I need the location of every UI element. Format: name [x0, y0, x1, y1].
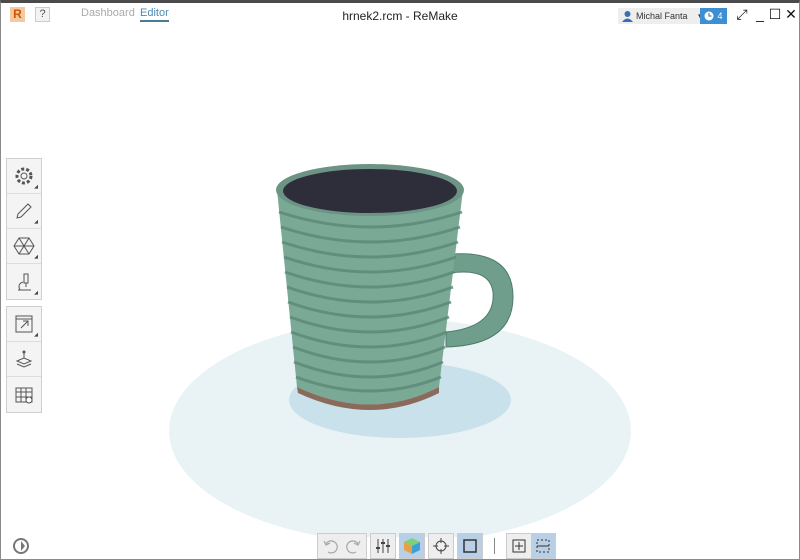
- notifications-count: 4: [717, 11, 723, 21]
- inspect-button[interactable]: ◢: [7, 264, 41, 299]
- fit-icon: [512, 539, 526, 553]
- close-icon[interactable]: ✕: [783, 6, 799, 23]
- redo-icon: [346, 540, 361, 554]
- bounding-box-icon: [463, 539, 477, 553]
- user-menu[interactable]: Michal Fanta ▼: [618, 8, 709, 24]
- undo-icon: [323, 540, 338, 554]
- tab-dashboard[interactable]: Dashboard: [81, 7, 135, 19]
- bounding-box-button[interactable]: [458, 534, 482, 558]
- redo-button[interactable]: [342, 534, 366, 558]
- toolbar-divider: [494, 538, 495, 554]
- fit-button[interactable]: [507, 534, 531, 558]
- mesh-icon: [13, 237, 35, 255]
- selection-button[interactable]: [531, 534, 555, 558]
- user-icon: [622, 11, 633, 22]
- expand-icon[interactable]: ⤢: [734, 6, 750, 23]
- settings-button[interactable]: ◢: [7, 159, 41, 194]
- render-mode-button[interactable]: [400, 534, 424, 558]
- edit-button[interactable]: ◢: [7, 194, 41, 229]
- clock-icon: [704, 11, 714, 21]
- undo-button[interactable]: [318, 534, 342, 558]
- print-button[interactable]: [7, 342, 41, 377]
- table-button[interactable]: [7, 377, 41, 412]
- export-icon: [15, 315, 33, 333]
- print-icon: [15, 350, 33, 368]
- title-bar: R ? Dashboard Editor hrnek2.rcm - ReMake…: [1, 3, 799, 27]
- sliders-icon: [376, 539, 390, 553]
- 3d-viewport[interactable]: [1, 27, 799, 537]
- app-logo: R: [10, 7, 25, 22]
- table-icon: [15, 387, 33, 403]
- adjust-button[interactable]: [371, 534, 395, 558]
- mesh-button[interactable]: ◢: [7, 229, 41, 264]
- bottom-toolbar: [317, 533, 556, 559]
- sidebar-tools: ◢ ◢ ◢ ◢: [6, 158, 42, 300]
- notifications-badge[interactable]: 4: [700, 8, 727, 24]
- maximize-icon[interactable]: ☐: [767, 6, 783, 23]
- microscope-icon: [18, 273, 31, 290]
- crosshair-icon: [433, 538, 449, 554]
- pivot-button[interactable]: [429, 534, 453, 558]
- selection-icon: [536, 539, 550, 553]
- tab-editor[interactable]: Editor: [140, 7, 169, 22]
- reset-view-icon[interactable]: [12, 537, 30, 555]
- user-name: Michal Fanta: [636, 11, 688, 21]
- export-button[interactable]: ◢: [7, 307, 41, 342]
- pencil-icon: [16, 203, 32, 219]
- help-button[interactable]: ?: [35, 7, 50, 22]
- cube-icon: [404, 538, 420, 554]
- minimize-icon[interactable]: _: [752, 6, 768, 22]
- sidebar-output: ◢: [6, 306, 42, 413]
- settings-icon: [15, 167, 33, 185]
